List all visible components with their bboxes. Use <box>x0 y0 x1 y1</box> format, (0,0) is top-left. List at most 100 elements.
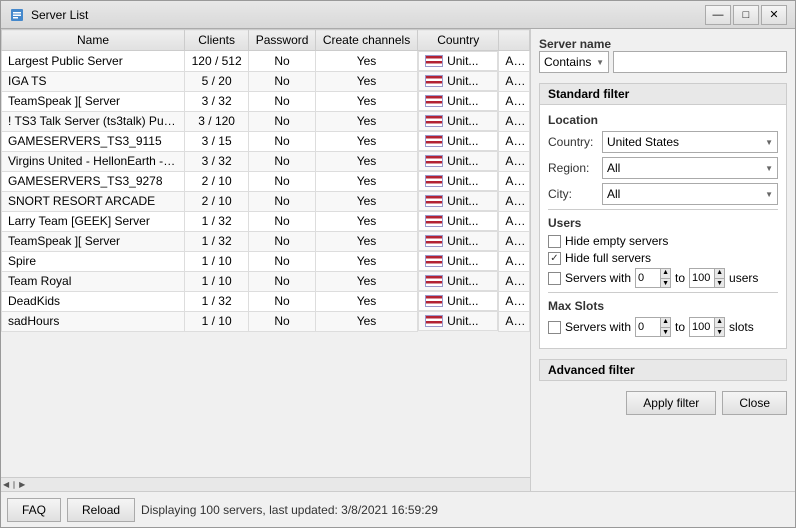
cell-ar: Ar... <box>499 291 530 311</box>
users-to-up-button[interactable]: ▲ <box>715 268 724 279</box>
slots-from-spinbox[interactable]: ▲ ▼ <box>635 317 671 337</box>
cell-name: Team Royal <box>2 271 185 291</box>
table-row[interactable]: DeadKids1 / 32NoYesUnit...Ar... <box>2 291 530 311</box>
col-header-channels[interactable]: Create channels <box>315 30 417 51</box>
cell-ar: Ar... <box>499 91 530 111</box>
slots-to-input[interactable] <box>690 318 714 336</box>
cell-clients: 1 / 32 <box>185 211 249 231</box>
cell-clients: 1 / 10 <box>185 311 249 331</box>
advanced-filter-header[interactable]: Advanced filter <box>539 359 787 381</box>
cell-ar: Ar... <box>499 111 530 131</box>
hide-empty-checkbox[interactable] <box>548 235 561 248</box>
flag-icon <box>425 275 443 287</box>
cell-name: SNORT RESORT ARCADE <box>2 191 185 211</box>
city-value: All <box>607 187 620 201</box>
scroll-left-arrow[interactable]: ◀ <box>3 480 9 489</box>
cell-name: TeamSpeak ][ Server <box>2 231 185 251</box>
cell-clients: 1 / 10 <box>185 271 249 291</box>
table-row[interactable]: GAMESERVERS_TS3_91153 / 15NoYesUnit...Ar… <box>2 131 530 151</box>
horizontal-scrollbar[interactable]: ◀ ▶ <box>1 477 530 491</box>
region-select[interactable]: All ▼ <box>602 157 778 179</box>
users-to-spinbox[interactable]: ▲ ▼ <box>689 268 725 288</box>
close-filter-button[interactable]: Close <box>722 391 787 415</box>
scroll-right-arrow[interactable]: ▶ <box>19 480 25 489</box>
table-row[interactable]: Team Royal1 / 10NoYesUnit...Ar... <box>2 271 530 291</box>
cell-country: Unit... <box>418 91 498 111</box>
table-row[interactable]: SNORT RESORT ARCADE2 / 10NoYesUnit...Ar.… <box>2 191 530 211</box>
table-row[interactable]: GAMESERVERS_TS3_92782 / 10NoYesUnit...Ar… <box>2 171 530 191</box>
hide-full-checkbox[interactable] <box>548 252 561 265</box>
cell-ar: Ar... <box>499 311 530 331</box>
slots-from-input[interactable] <box>636 318 660 336</box>
contains-combobox[interactable]: Contains ▼ <box>539 51 609 73</box>
col-header-scroll <box>499 30 530 51</box>
country-text: Unit... <box>447 54 478 68</box>
cell-ar: Ar... <box>499 71 530 91</box>
users-from-spin-buttons: ▲ ▼ <box>660 268 670 288</box>
table-row[interactable]: ! TS3 Talk Server (ts3talk) Public ! b..… <box>2 111 530 131</box>
table-row[interactable]: Spire1 / 10NoYesUnit...Ar... <box>2 251 530 271</box>
users-to-down-button[interactable]: ▼ <box>715 279 724 289</box>
table-row[interactable]: IGA TS5 / 20NoYesUnit...Ar... <box>2 71 530 91</box>
status-text: Displaying 100 servers, last updated: 3/… <box>141 503 789 517</box>
users-from-down-button[interactable]: ▼ <box>661 279 670 289</box>
table-row[interactable]: Largest Public Server120 / 512NoYesUnit.… <box>2 51 530 72</box>
cell-password: No <box>249 71 316 91</box>
server-table-container[interactable]: Name Clients Password Create channels Co… <box>1 29 530 477</box>
main-content: Name Clients Password Create channels Co… <box>1 29 795 491</box>
city-select[interactable]: All ▼ <box>602 183 778 205</box>
cell-country: Unit... <box>418 171 498 191</box>
table-row[interactable]: TeamSpeak ][ Server3 / 32NoYesUnit...Ar.… <box>2 91 530 111</box>
country-text: Unit... <box>447 134 478 148</box>
cell-password: No <box>249 111 316 131</box>
cell-ar: Ar... <box>499 151 530 171</box>
slots-from-down-button[interactable]: ▼ <box>661 328 670 338</box>
col-header-password[interactable]: Password <box>249 30 316 51</box>
slots-to-spinbox[interactable]: ▲ ▼ <box>689 317 725 337</box>
cell-clients: 3 / 120 <box>185 111 249 131</box>
cell-ar: Ar... <box>499 271 530 291</box>
slots-from-up-button[interactable]: ▲ <box>661 317 670 328</box>
country-text: Unit... <box>447 234 478 248</box>
bottom-bar: FAQ Reload Displaying 100 servers, last … <box>1 491 795 527</box>
col-header-name[interactable]: Name <box>2 30 185 51</box>
cell-name: TeamSpeak ][ Server <box>2 91 185 111</box>
slots-to-down-button[interactable]: ▼ <box>715 328 724 338</box>
city-label: City: <box>548 187 598 201</box>
faq-button[interactable]: FAQ <box>7 498 61 522</box>
users-to-spin-buttons: ▲ ▼ <box>714 268 724 288</box>
servers-with-slots-checkbox[interactable] <box>548 321 561 334</box>
table-row[interactable]: Larry Team [GEEK] Server1 / 32NoYesUnit.… <box>2 211 530 231</box>
cell-channels: Yes <box>315 131 417 151</box>
city-arrow-icon: ▼ <box>765 190 773 199</box>
server-name-input[interactable] <box>613 51 787 73</box>
table-row[interactable]: Virgins United - HellonEarth - Tich3 / 3… <box>2 151 530 171</box>
cell-password: No <box>249 211 316 231</box>
users-from-spinbox[interactable]: ▲ ▼ <box>635 268 671 288</box>
users-to-input[interactable] <box>690 269 714 287</box>
window-icon <box>9 7 25 23</box>
minimize-button[interactable]: — <box>705 5 731 25</box>
servers-with-users-checkbox[interactable] <box>548 272 561 285</box>
users-from-input[interactable] <box>636 269 660 287</box>
country-select[interactable]: United States ▼ <box>602 131 778 153</box>
col-header-country[interactable]: Country <box>418 30 499 51</box>
slots-to-up-button[interactable]: ▲ <box>715 317 724 328</box>
reload-button[interactable]: Reload <box>67 498 135 522</box>
flag-icon <box>425 75 443 87</box>
cell-country: Unit... <box>418 211 498 231</box>
standard-filter-header[interactable]: Standard filter <box>539 83 787 105</box>
cell-channels: Yes <box>315 271 417 291</box>
cell-name: GAMESERVERS_TS3_9115 <box>2 131 185 151</box>
col-header-clients[interactable]: Clients <box>185 30 249 51</box>
close-button[interactable]: ✕ <box>761 5 787 25</box>
standard-filter-section: Standard filter Location Country: United… <box>539 83 787 349</box>
cell-name: GAMESERVERS_TS3_9278 <box>2 171 185 191</box>
maximize-button[interactable]: □ <box>733 5 759 25</box>
table-row[interactable]: sadHours1 / 10NoYesUnit...Ar... <box>2 311 530 331</box>
region-label: Region: <box>548 161 598 175</box>
apply-filter-button[interactable]: Apply filter <box>626 391 716 415</box>
table-row[interactable]: TeamSpeak ][ Server1 / 32NoYesUnit...Ar.… <box>2 231 530 251</box>
users-from-up-button[interactable]: ▲ <box>661 268 670 279</box>
country-text: Unit... <box>447 94 478 108</box>
